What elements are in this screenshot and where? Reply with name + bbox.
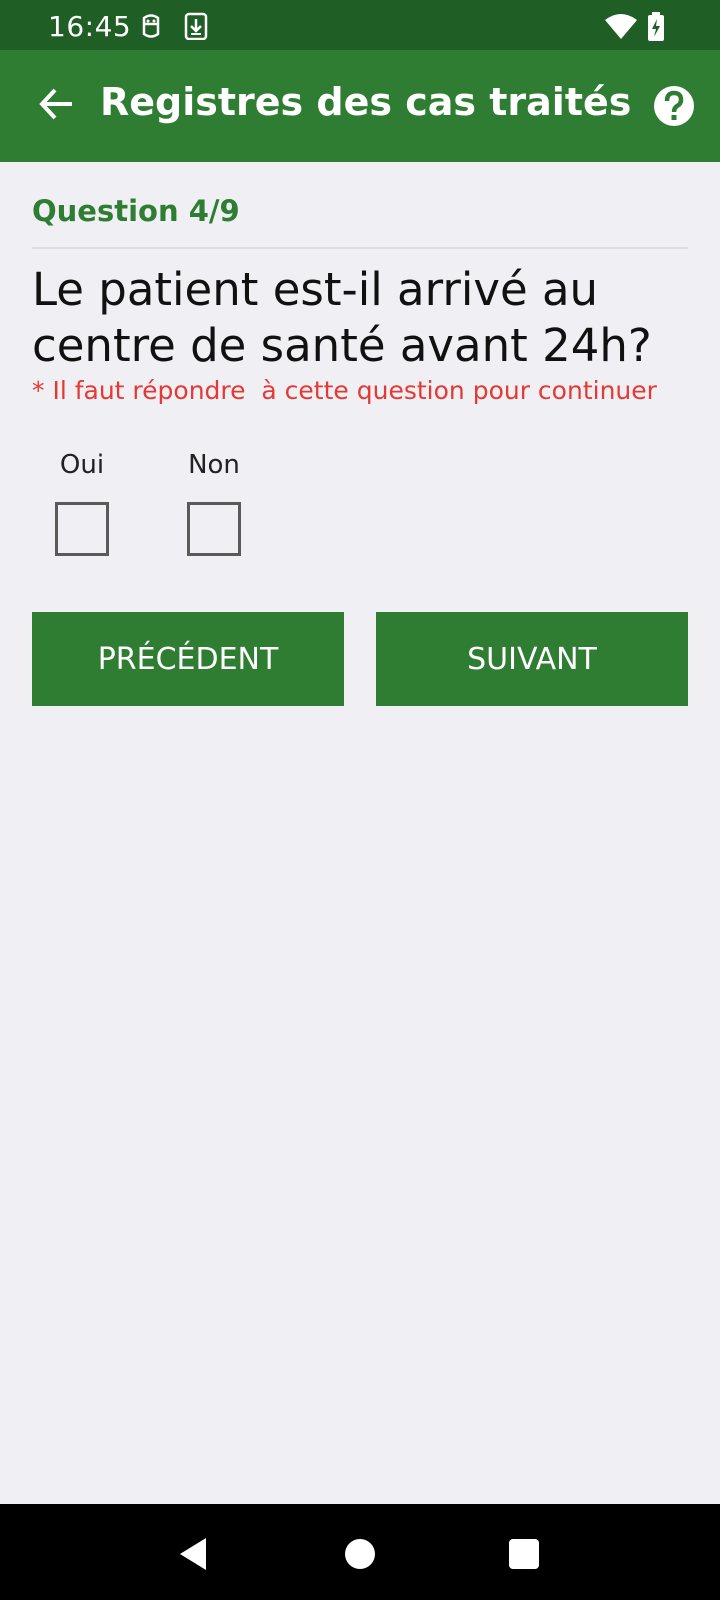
home-circle-icon[interactable] xyxy=(340,1534,380,1574)
option-label-non: Non xyxy=(188,450,240,480)
status-time: 16:45 xyxy=(48,10,132,43)
help-button[interactable] xyxy=(650,82,698,130)
next-button[interactable]: SUIVANT xyxy=(376,612,688,706)
divider xyxy=(32,247,688,249)
help-circle-icon xyxy=(650,86,698,134)
arrow-back-icon xyxy=(38,86,74,127)
back-button[interactable] xyxy=(28,78,84,134)
app-bar: Registres des cas traités xyxy=(0,50,720,162)
previous-button[interactable]: PRÉCÉDENT xyxy=(32,612,344,706)
wifi-icon xyxy=(604,12,638,40)
battery-charging-icon xyxy=(646,12,666,41)
page-title: Registres des cas traités xyxy=(100,80,632,124)
checkbox-oui[interactable] xyxy=(55,502,109,556)
option-non: Non xyxy=(169,450,259,556)
system-nav-bar xyxy=(0,1504,720,1600)
status-bar: 16:45 xyxy=(0,0,720,50)
recents-square-icon[interactable] xyxy=(504,1534,544,1574)
option-oui: Oui xyxy=(37,450,127,556)
required-note: * Il faut répondre à cette question pour… xyxy=(32,376,657,405)
option-label-oui: Oui xyxy=(59,450,105,480)
notification-app-icon xyxy=(138,12,164,40)
back-triangle-icon[interactable] xyxy=(174,1534,214,1574)
question-text: Le patient est-il arrivé au centre de sa… xyxy=(32,263,652,372)
download-icon xyxy=(183,12,209,41)
question-counter: Question 4/9 xyxy=(32,194,240,228)
checkbox-non[interactable] xyxy=(187,502,241,556)
